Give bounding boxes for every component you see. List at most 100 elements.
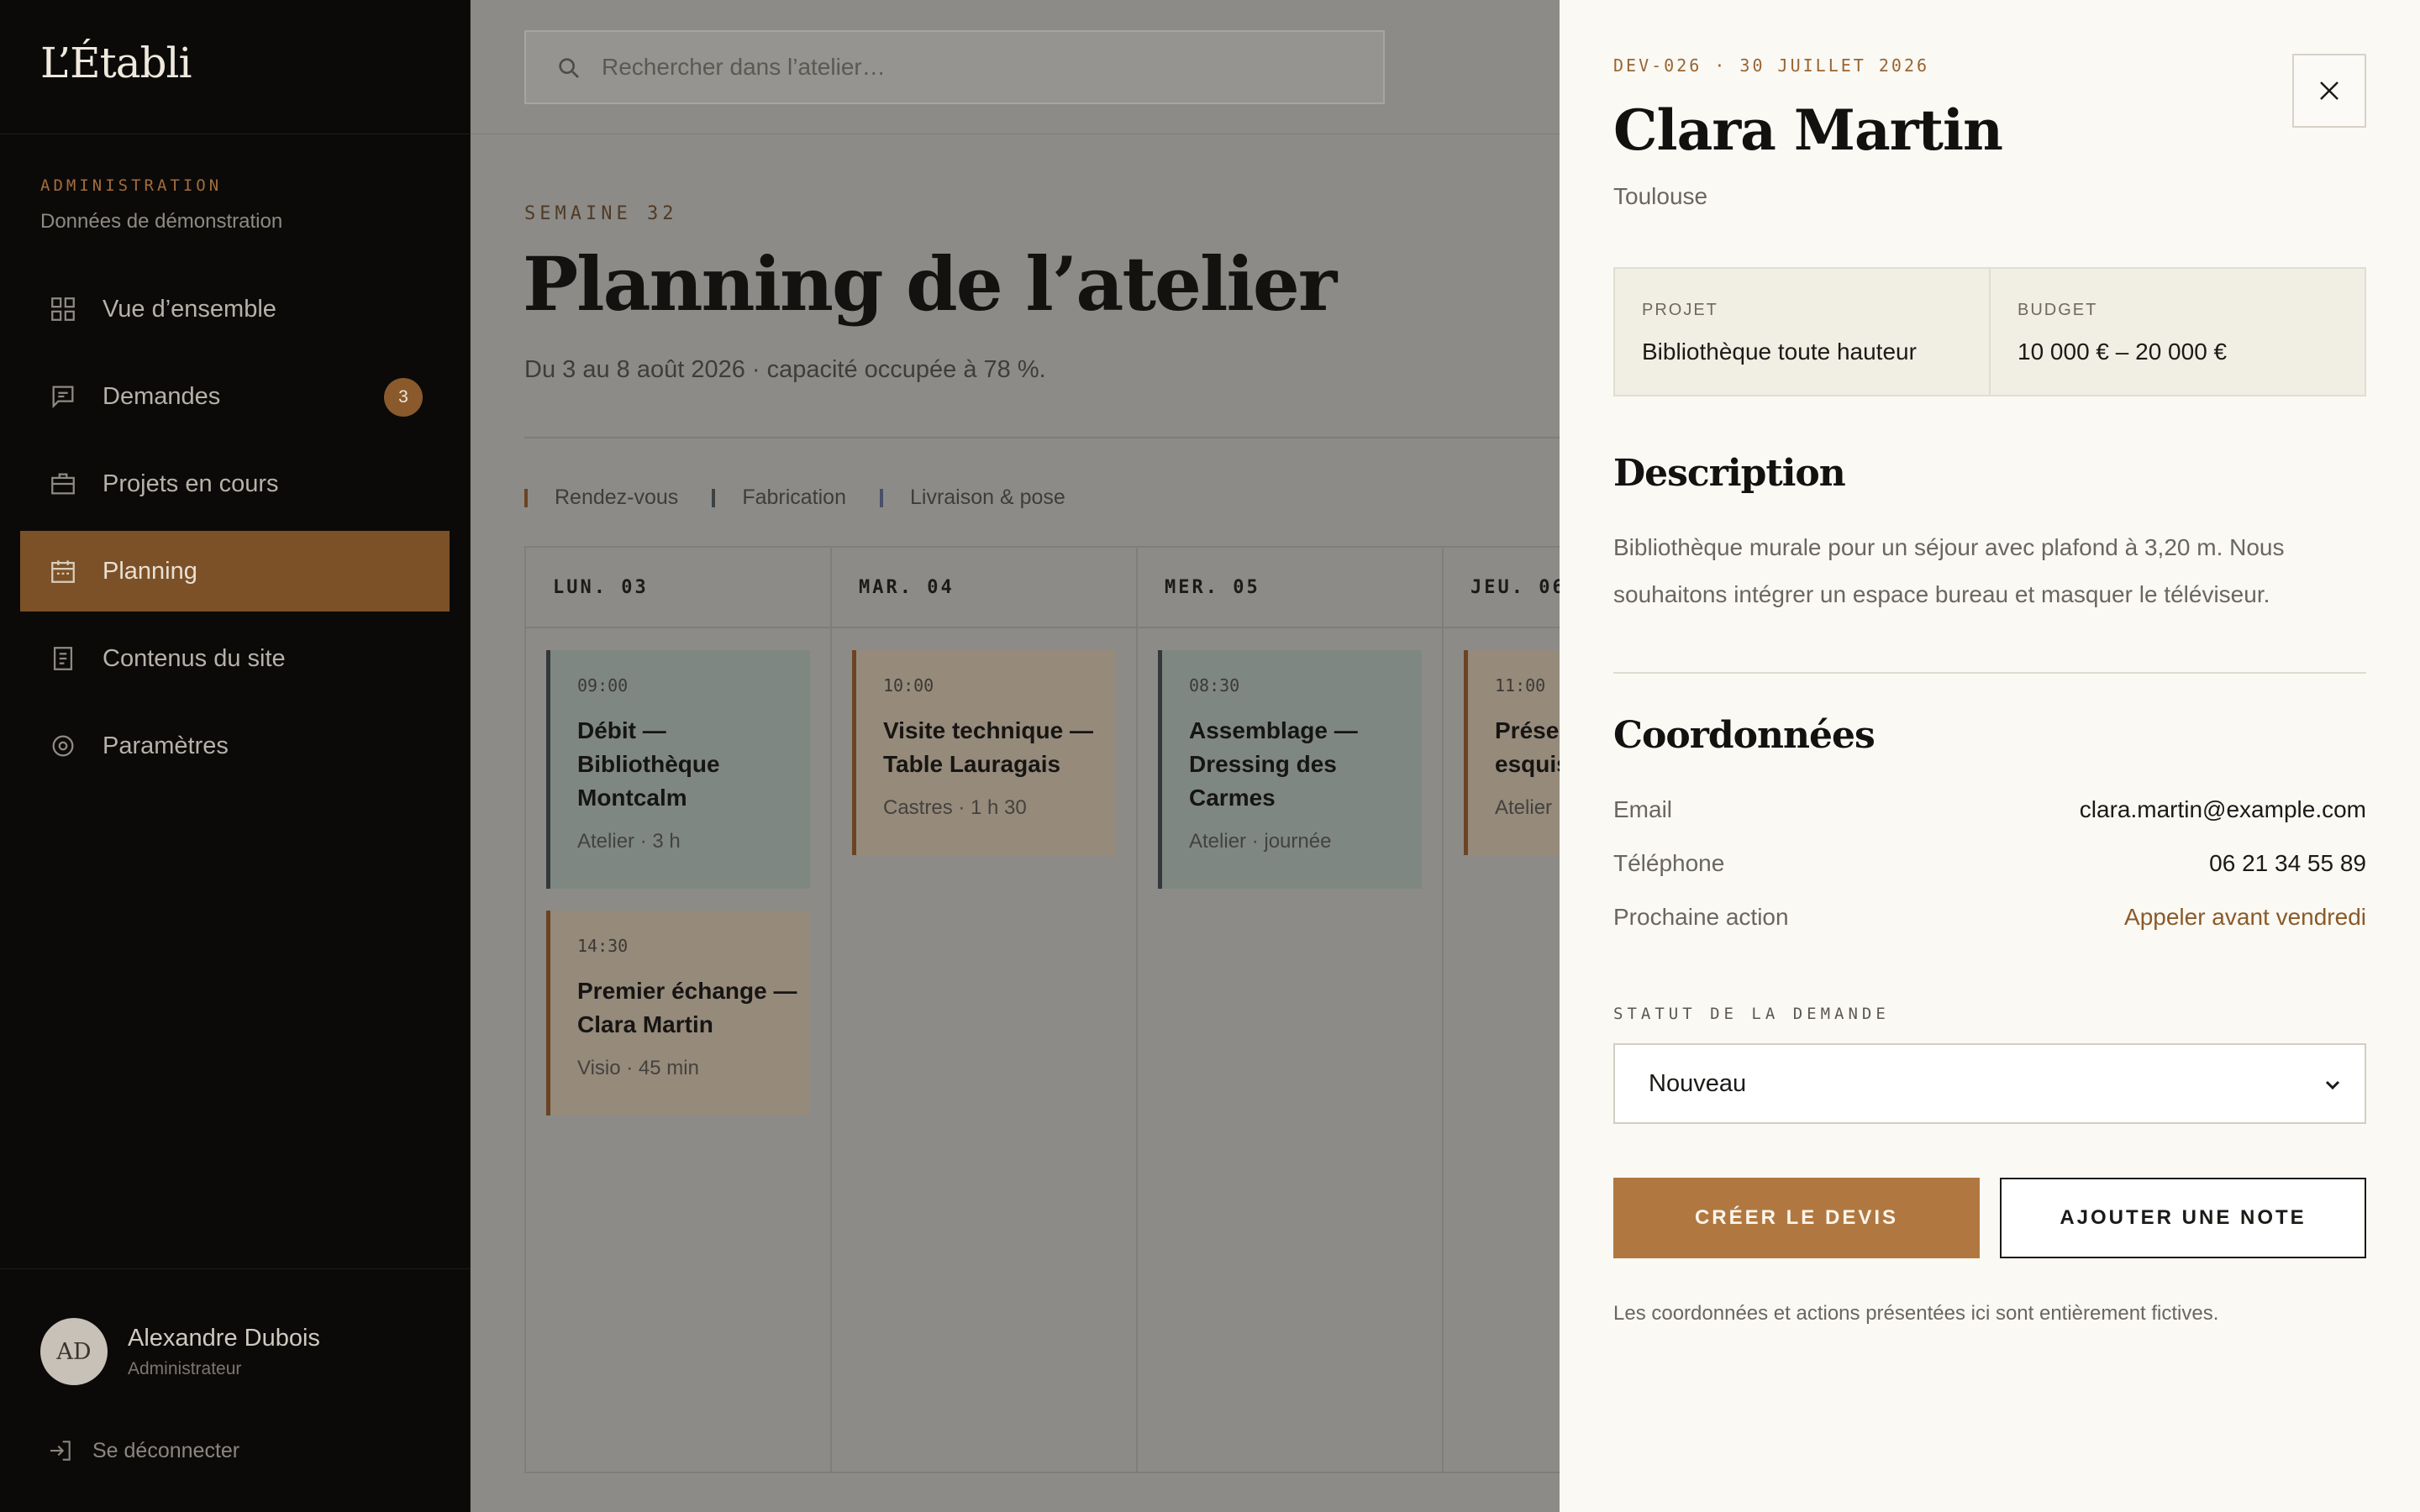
event-card[interactable]: 14:30 Premier échange — Clara Martin Vis… (546, 911, 810, 1116)
disclaimer: Les coordonnées et actions présentées ic… (1613, 1302, 2219, 1325)
message-icon (49, 382, 77, 411)
user-name: Alexandre Dubois (128, 1324, 320, 1352)
user-profile[interactable]: AD Alexandre Dubois Administrateur (40, 1318, 320, 1385)
project-label: PROJET (1642, 301, 1718, 319)
event-card[interactable]: 09:00 Débit — Bibliothèque Montcalm Atel… (546, 650, 810, 889)
event-card[interactable]: 08:30 Assemblage — Dressing des Carmes A… (1158, 650, 1422, 889)
legend-swatch (712, 488, 716, 507)
planning-legend: Rendez-vous Fabrication Livraison & pose (524, 486, 1099, 510)
legend-label: Fabrication (742, 486, 846, 509)
sidebar-item-projects[interactable]: Projets en cours (20, 444, 450, 524)
sidebar-item-overview[interactable]: Vue d’ensemble (20, 269, 450, 349)
brand: L’Établi (0, 0, 470, 134)
request-reference: DEV-026 · 30 JUILLET 2026 (1613, 55, 1930, 76)
budget-label: BUDGET (2018, 301, 2098, 319)
request-detail-drawer: DEV-026 · 30 JUILLET 2026 Clara Martin T… (1560, 0, 2420, 1512)
project-value: Bibliothèque toute hauteur (1642, 339, 1917, 365)
phone-label: Téléphone (1613, 850, 1725, 876)
search-placeholder: Rechercher dans l’atelier… (602, 54, 886, 80)
sidebar-nav: Vue d’ensemble Demandes 3 Projets en cou… (0, 269, 470, 786)
event-title: Premier échange — Clara Martin (577, 978, 797, 1037)
project-info-card: PROJET Bibliothèque toute hauteur BUDGET… (1613, 267, 2366, 396)
page-subtitle: Du 3 au 8 août 2026 · capacité occupée à… (524, 356, 1046, 383)
day-header: LUN. 03 (526, 548, 830, 628)
event-title: Débit — Bibliothèque Montcalm (577, 717, 720, 811)
status-selected-value: Nouveau (1649, 1069, 1747, 1097)
create-quote-button[interactable]: CRÉER LE DEVIS (1613, 1178, 1980, 1258)
sidebar-item-requests[interactable]: Demandes 3 (20, 356, 450, 437)
search-input[interactable]: Rechercher dans l’atelier… (524, 30, 1385, 104)
status-label: STATUT DE LA DEMANDE (1613, 1005, 1890, 1023)
grid-icon (49, 295, 77, 323)
next-action-row: Prochaine action Appeler avant vendredi (1613, 904, 2366, 931)
sidebar-footer: AD Alexandre Dubois Administrateur Se dé… (0, 1268, 471, 1512)
sidebar-item-label: Vue d’ensemble (103, 295, 276, 323)
email-value[interactable]: clara.martin@example.com (2080, 796, 2366, 823)
sidebar-item-settings[interactable]: Paramètres (20, 706, 450, 786)
briefcase-icon (49, 470, 77, 498)
divider (524, 437, 1617, 438)
add-note-button[interactable]: AJOUTER UNE NOTE (2000, 1178, 2366, 1258)
client-city: Toulouse (1613, 183, 1708, 209)
email-row: Email clara.martin@example.com (1613, 796, 2366, 823)
day-header: MER. 05 (1138, 548, 1442, 628)
admin-kicker: ADMINISTRATION (40, 176, 223, 195)
status-select[interactable]: Nouveau (1613, 1043, 2366, 1124)
event-meta: Atelier · 3 h (577, 830, 681, 853)
contact-heading: Coordonnées (1613, 714, 1876, 757)
legend-swatch (879, 488, 883, 507)
planning-grid: LUN. 03 09:00 Débit — Bibliothèque Montc… (524, 546, 1749, 1473)
legend-swatch (524, 488, 528, 507)
gear-icon (49, 732, 77, 760)
next-action-label: Prochaine action (1613, 904, 1789, 930)
admin-block: ADMINISTRATION Données de démonstration (0, 134, 470, 269)
event-title: Visite technique — Table Lauragais (883, 717, 1093, 777)
description-text: Bibliothèque murale pour un séjour avec … (1613, 534, 2285, 607)
day-column-wed: MER. 05 08:30 Assemblage — Dressing des … (1138, 548, 1444, 1472)
description-heading: Description (1613, 452, 1846, 495)
sidebar-item-site-content[interactable]: Contenus du site (20, 618, 450, 699)
day-column-mon: LUN. 03 09:00 Débit — Bibliothèque Montc… (526, 548, 832, 1472)
event-card[interactable]: 10:00 Visite technique — Table Lauragais… (852, 650, 1116, 855)
sidebar-item-label: Projets en cours (103, 470, 279, 497)
client-name: Clara Martin (1613, 97, 2003, 163)
logout-icon (50, 1441, 71, 1461)
logout-label: Se déconnecter (92, 1438, 240, 1462)
legend-item-appointment: Rendez-vous (524, 486, 678, 510)
event-time: 14:30 (577, 936, 629, 956)
project-cell: PROJET Bibliothèque toute hauteur (1615, 269, 1989, 395)
close-button[interactable] (2292, 54, 2366, 128)
search-icon (559, 58, 579, 78)
week-kicker: SEMAINE 32 (524, 203, 678, 224)
document-icon (49, 644, 77, 673)
admin-subtitle: Données de démonstration (40, 210, 283, 233)
event-meta: Atelier · journée (1189, 830, 1332, 853)
event-title: Assemblage — Dressing des Carmes (1189, 717, 1358, 811)
requests-count-badge: 3 (384, 378, 423, 417)
sidebar-item-planning[interactable]: Planning (20, 531, 450, 612)
legend-label: Livraison & pose (909, 486, 1065, 509)
calendar-icon (49, 557, 77, 585)
brand-logo[interactable]: L’Établi (40, 39, 470, 87)
phone-row: Téléphone 06 21 34 55 89 (1613, 850, 2366, 877)
event-meta: Visio · 45 min (577, 1057, 699, 1079)
email-label: Email (1613, 796, 1673, 822)
sidebar-item-label: Paramètres (103, 732, 229, 759)
logout-button[interactable]: Se déconnecter (47, 1437, 239, 1464)
close-icon (2320, 81, 2338, 100)
day-column-tue: MAR. 04 10:00 Visite technique — Table L… (832, 548, 1138, 1472)
chevron-down-icon (2325, 1080, 2340, 1090)
sidebar: L’Établi ADMINISTRATION Données de démon… (0, 0, 471, 1512)
sidebar-item-label: Contenus du site (103, 644, 286, 672)
event-time: 10:00 (883, 675, 934, 696)
legend-item-fabrication: Fabrication (712, 486, 846, 510)
user-role: Administrateur (128, 1358, 242, 1378)
page-title: Planning de l’atelier (523, 240, 1337, 328)
budget-cell: BUDGET 10 000 € – 20 000 € (1989, 269, 2365, 395)
event-time: 08:30 (1189, 675, 1240, 696)
event-time: 09:00 (577, 675, 629, 696)
phone-value[interactable]: 06 21 34 55 89 (2209, 850, 2366, 877)
next-action-value: Appeler avant vendredi (2124, 904, 2366, 930)
legend-item-delivery: Livraison & pose (879, 486, 1065, 510)
divider (1613, 672, 2366, 674)
